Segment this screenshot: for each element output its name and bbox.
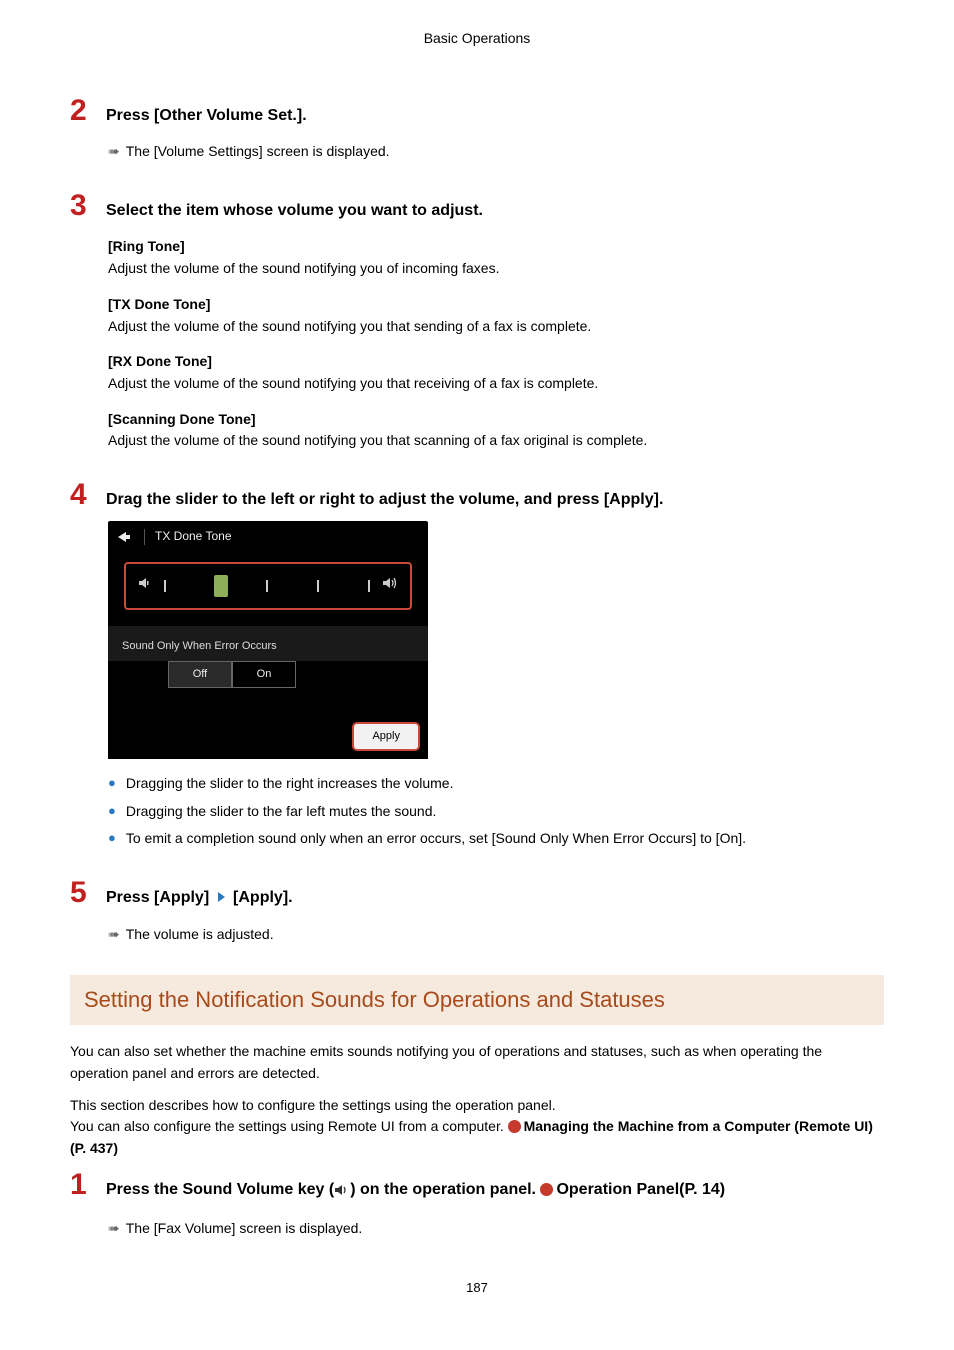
item-name: [TX Done Tone] <box>108 294 884 316</box>
step-title-part: ) on the operation panel. <box>350 1181 540 1198</box>
volume-mute-icon <box>138 576 152 596</box>
step-title-part: Press the Sound Volume key ( <box>106 1181 334 1198</box>
para-line: This section describes how to configure … <box>70 1097 556 1113</box>
para-line: You can also configure the settings usin… <box>70 1118 508 1134</box>
step-3: 3 Select the item whose volume you want … <box>70 191 884 452</box>
bullet-text: To emit a completion sound only when an … <box>126 828 746 850</box>
item-desc: Adjust the volume of the sound notifying… <box>108 430 884 452</box>
device-screenshot: TX Done Tone <box>108 521 428 759</box>
volume-loud-icon <box>382 576 398 596</box>
bullet-dot-icon: ● <box>108 773 116 795</box>
back-icon[interactable] <box>116 530 134 544</box>
bullet-dot-icon: ● <box>108 801 116 823</box>
link-bullet-icon <box>508 1120 521 1133</box>
page-number: 187 <box>70 1280 884 1295</box>
link-bullet-icon <box>540 1183 553 1196</box>
bullet-text: Dragging the slider to the right increas… <box>126 773 454 795</box>
slider-handle[interactable] <box>214 575 228 597</box>
step-number: 1 <box>70 1170 92 1200</box>
step-title-part: Press [Apply] <box>106 889 209 906</box>
step-result: The [Volume Settings] screen is displaye… <box>126 141 390 163</box>
page-header: Basic Operations <box>70 30 884 46</box>
apply-button[interactable]: Apply <box>352 722 420 751</box>
section-label: Sound Only When Error Occurs <box>108 626 428 661</box>
bullet-dot-icon: ● <box>108 828 116 850</box>
toggle-group: Off On <box>108 661 428 714</box>
divider <box>144 529 145 545</box>
result-arrow-icon: ➠ <box>108 1218 120 1240</box>
result-arrow-icon: ➠ <box>108 924 120 946</box>
item-name: [Scanning Done Tone] <box>108 409 884 431</box>
step-number: 4 <box>70 480 92 510</box>
section-heading: Setting the Notification Sounds for Oper… <box>70 975 884 1025</box>
triangle-separator-icon <box>218 892 225 902</box>
slider-tick <box>368 580 370 592</box>
step-1b: 1 Press the Sound Volume key ( ) on the o… <box>70 1170 884 1240</box>
step-number: 3 <box>70 191 92 221</box>
slider-tick <box>317 580 319 592</box>
item-desc: Adjust the volume of the sound notifying… <box>108 258 884 280</box>
item-name: [RX Done Tone] <box>108 351 884 373</box>
result-arrow-icon: ➠ <box>108 141 120 163</box>
step-result: The volume is adjusted. <box>126 924 274 946</box>
item-desc: Adjust the volume of the sound notifying… <box>108 373 884 395</box>
item-name: [Ring Tone] <box>108 236 884 258</box>
step-title: Press [Apply] [Apply]. <box>106 887 293 909</box>
step-4: 4 Drag the slider to the left or right t… <box>70 480 884 850</box>
slider-tick <box>164 580 166 592</box>
bullet-text: Dragging the slider to the far left mute… <box>126 801 437 823</box>
item-desc: Adjust the volume of the sound notifying… <box>108 316 884 338</box>
step-title: Press [Other Volume Set.]. <box>106 105 307 127</box>
section-para: This section describes how to configure … <box>70 1095 884 1160</box>
step-title: Drag the slider to the left or right to … <box>106 489 663 511</box>
step-5: 5 Press [Apply] [Apply]. ➠ The volume is… <box>70 878 884 945</box>
panel-title: TX Done Tone <box>155 527 232 546</box>
step-title: Select the item whose volume you want to… <box>106 200 483 222</box>
slider-tick <box>266 580 268 592</box>
toggle-on[interactable]: On <box>232 661 296 688</box>
step-title-part: [Apply]. <box>233 889 293 906</box>
slider-track[interactable] <box>162 574 372 598</box>
step-number: 2 <box>70 96 92 126</box>
toggle-off[interactable]: Off <box>168 661 232 688</box>
step-number: 5 <box>70 878 92 908</box>
section-para: You can also set whether the machine emi… <box>70 1041 884 1084</box>
sound-volume-key-icon <box>334 1182 350 1204</box>
volume-slider[interactable] <box>124 562 412 610</box>
step-result: The [Fax Volume] screen is displayed. <box>126 1218 363 1240</box>
step-title: Press the Sound Volume key ( ) on the ope… <box>106 1179 725 1204</box>
step-2: 2 Press [Other Volume Set.]. ➠ The [Volu… <box>70 96 884 163</box>
cross-ref-link[interactable]: Operation Panel(P. 14) <box>556 1181 725 1198</box>
